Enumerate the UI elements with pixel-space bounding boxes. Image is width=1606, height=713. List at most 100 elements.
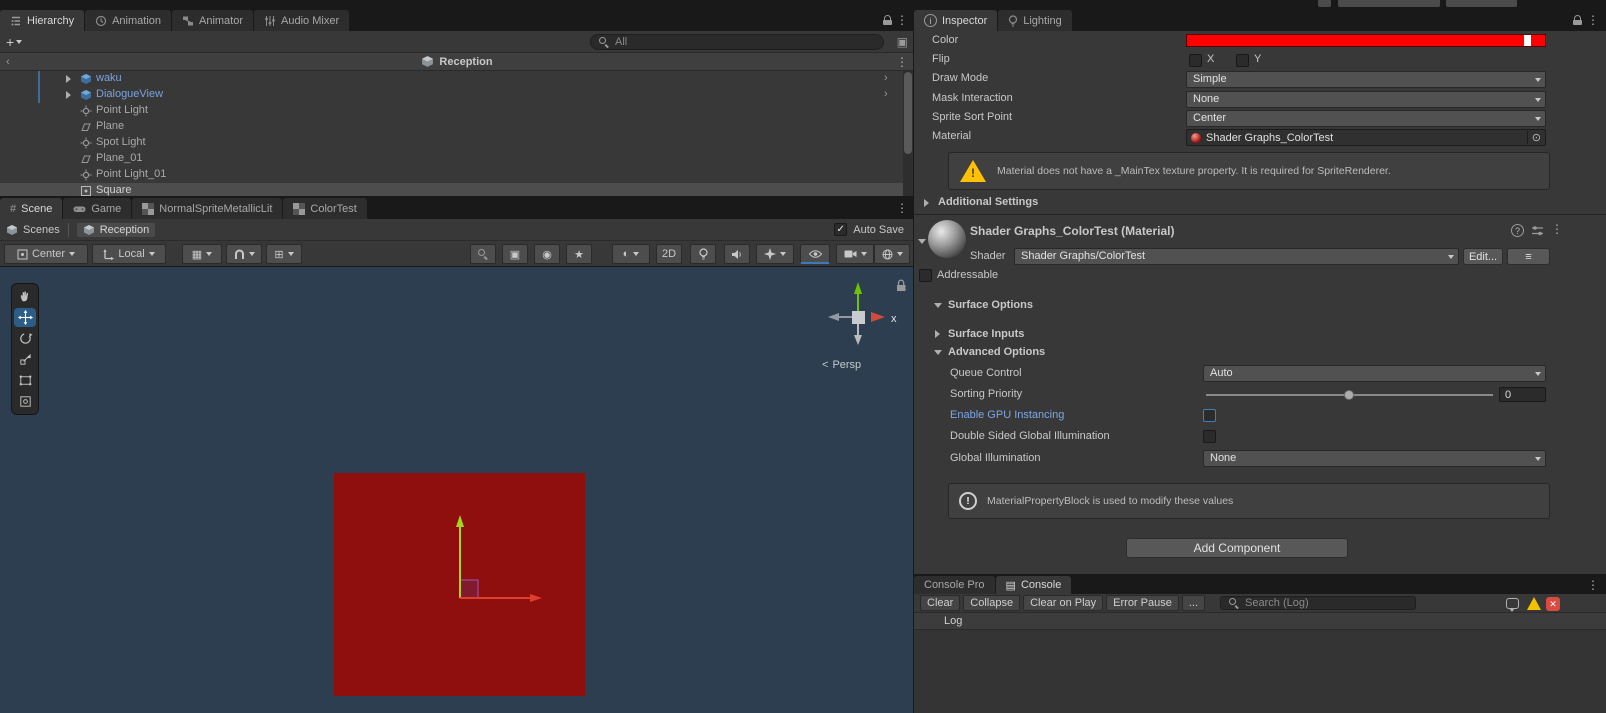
tab-game[interactable]: Game	[63, 198, 132, 219]
hierarchy-item-dialogueview[interactable]: DialogueView ›	[0, 87, 903, 103]
hierarchy-scrollbar[interactable]	[903, 71, 913, 196]
scene-lighting-button[interactable]	[690, 244, 716, 264]
tab-inspector[interactable]: i Inspector	[914, 10, 998, 31]
tab-hierarchy[interactable]: Hierarchy	[0, 10, 85, 31]
tab-animation[interactable]: Animation	[85, 10, 171, 31]
console-clear-button[interactable]: Clear	[920, 595, 961, 611]
breadcrumb-reception[interactable]: Reception	[76, 222, 156, 237]
scene-viewport[interactable]: x < Persp	[0, 267, 914, 713]
addressable-checkbox[interactable]	[919, 269, 932, 282]
tool-handle-position-dropdown[interactable]: Center	[4, 244, 88, 264]
console-menu-icon[interactable]: ⋮	[1587, 579, 1599, 591]
frame-camera-button[interactable]: ▣	[502, 244, 528, 264]
grid-snap-increment-button[interactable]: ⊞	[266, 244, 302, 264]
console-search-input[interactable]	[1245, 597, 1408, 609]
plane-handle[interactable]	[459, 579, 479, 599]
hierarchy-item-plane[interactable]: Plane	[0, 119, 903, 135]
console-log-column-header[interactable]: Log	[914, 613, 1606, 630]
toolbar-partial-button[interactable]	[1318, 0, 1331, 7]
double-sided-gi-checkbox[interactable]	[1203, 430, 1216, 443]
console-log-list[interactable]	[914, 630, 1606, 713]
scene-asset-header[interactable]: ‹ Reception ⋮	[0, 53, 914, 71]
shading-mode-dropdown[interactable]: ◐	[612, 244, 650, 264]
material-menu-icon[interactable]: ⋮	[1551, 223, 1563, 235]
toolbar-partial-button[interactable]	[1446, 0, 1517, 7]
surface-inputs-foldout[interactable]: Surface Inputs	[948, 328, 1024, 340]
queue-control-dropdown[interactable]: Auto	[1203, 365, 1546, 382]
tab-lighting[interactable]: Lighting	[998, 10, 1072, 31]
shader-edit-button[interactable]: Edit...	[1463, 248, 1503, 265]
auto-save-toggle[interactable]: ✓ Auto Save	[834, 223, 908, 236]
mask-interaction-dropdown[interactable]: None	[1186, 91, 1546, 108]
hierarchy-item-point-light-01[interactable]: Point Light_01	[0, 167, 903, 183]
console-warnings-icon[interactable]	[1527, 597, 1542, 610]
axis-y-arrow[interactable]	[854, 282, 862, 294]
scene-search-button[interactable]	[470, 244, 496, 264]
tab-console-pro[interactable]: Console Pro	[914, 576, 995, 594]
tab-audio-mixer[interactable]: Audio Mixer	[254, 10, 350, 31]
add-component-button[interactable]: Add Component	[1126, 538, 1348, 558]
gizmo-y-arrow[interactable]	[456, 515, 464, 527]
foldout-arrow-icon[interactable]	[935, 330, 940, 338]
toolbar-partial-button[interactable]	[1338, 0, 1440, 7]
snap-settings-button[interactable]	[226, 244, 262, 264]
scale-tool-button[interactable]	[14, 350, 36, 369]
foldout-arrow-icon[interactable]	[934, 303, 942, 308]
lock-icon[interactable]	[883, 15, 892, 25]
gpu-instancing-checkbox[interactable]	[1203, 409, 1216, 422]
breadcrumb-scenes[interactable]: Scenes	[6, 224, 60, 236]
tab-colortest[interactable]: ColorTest	[283, 198, 367, 219]
auto-save-checkbox[interactable]: ✓	[834, 223, 848, 236]
hierarchy-item-spot-light[interactable]: Spot Light	[0, 135, 903, 151]
move-gizmo[interactable]	[430, 502, 560, 612]
scene-header-menu-icon[interactable]: ⋮	[896, 56, 908, 68]
console-collapse-button[interactable]: Collapse	[963, 595, 1021, 611]
help-icon[interactable]: ?	[1511, 224, 1524, 237]
orientation-gizmo[interactable]: x	[815, 275, 914, 355]
console-messages-icon[interactable]	[1506, 598, 1519, 612]
prefab-open-chevron-icon[interactable]: ›	[884, 88, 888, 100]
sorting-priority-field[interactable]: 0	[1499, 387, 1546, 402]
perspective-toggle[interactable]: < Persp	[822, 359, 861, 371]
scene-audio-button[interactable]	[724, 244, 750, 264]
scene-panel-menu-icon[interactable]: ⋮	[896, 202, 908, 214]
favorites-button[interactable]: ★	[566, 244, 592, 264]
foldout-arrow-icon[interactable]	[924, 199, 929, 207]
collapse-chevron-icon[interactable]: ‹	[6, 56, 10, 68]
search-window-icon[interactable]: ▣	[897, 35, 908, 49]
expand-arrow-icon[interactable]	[66, 91, 71, 99]
move-tool-button[interactable]	[14, 308, 36, 327]
tab-console[interactable]: ▤ Console	[995, 576, 1072, 594]
flip-y-checkbox[interactable]	[1236, 54, 1249, 67]
rect-tool-button[interactable]	[14, 371, 36, 390]
hierarchy-menu-icon[interactable]: ⋮	[896, 14, 908, 26]
inspector-menu-icon[interactable]: ⋮	[1587, 14, 1599, 26]
scene-visibility-button[interactable]	[800, 244, 830, 264]
tab-animator[interactable]: Animator	[172, 10, 254, 31]
hierarchy-item-plane-01[interactable]: Plane_01	[0, 151, 903, 167]
gizmo-lock-icon[interactable]	[897, 279, 906, 291]
material-preview-sphere[interactable]	[928, 220, 966, 258]
create-object-button[interactable]: +	[6, 34, 23, 50]
scene-globe-dropdown[interactable]	[874, 244, 910, 264]
gizmo-center-cube[interactable]	[852, 311, 865, 324]
shader-dropdown[interactable]: Shader Graphs/ColorTest	[1014, 248, 1459, 265]
axis-down-arrow[interactable]	[854, 335, 862, 345]
tool-handle-rotation-dropdown[interactable]: Local	[92, 244, 166, 264]
gizmo-x-arrow[interactable]	[530, 594, 542, 602]
inspector-lock-icon[interactable]	[1573, 15, 1582, 25]
surface-options-foldout[interactable]: Surface Options	[948, 299, 1033, 311]
camera-view-dropdown[interactable]	[836, 244, 874, 264]
color-field[interactable]	[1186, 34, 1546, 47]
material-foldout-arrow-icon[interactable]	[918, 239, 926, 244]
hierarchy-search[interactable]	[590, 34, 884, 50]
hierarchy-item-square[interactable]: Square	[0, 183, 903, 197]
prefab-open-chevron-icon[interactable]: ›	[884, 72, 888, 84]
console-search[interactable]	[1220, 596, 1417, 610]
sorting-priority-slider-handle[interactable]	[1344, 390, 1354, 400]
advanced-options-foldout[interactable]: Advanced Options	[948, 346, 1045, 358]
tab-scene[interactable]: # Scene	[0, 198, 63, 219]
scrollbar-thumb[interactable]	[904, 72, 912, 154]
console-errors-icon[interactable]: ✕	[1546, 597, 1560, 611]
axis-left-arrow[interactable]	[828, 313, 839, 321]
